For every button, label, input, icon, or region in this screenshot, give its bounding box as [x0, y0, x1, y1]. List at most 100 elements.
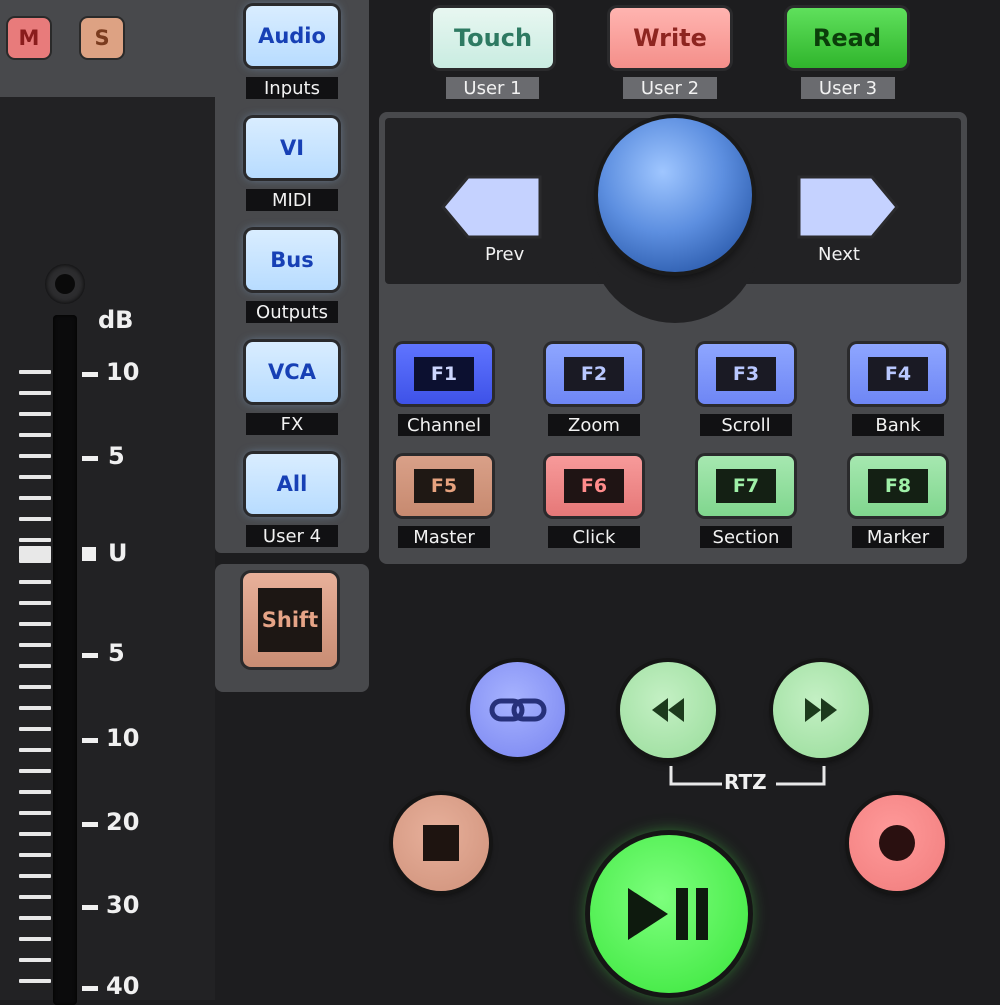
f6-label: F6 [564, 469, 624, 503]
fader-tick [19, 370, 51, 374]
fader-tick [19, 706, 51, 710]
fader-tick [19, 601, 51, 605]
scale-dash [82, 986, 98, 991]
next-button[interactable] [796, 174, 900, 240]
read-button[interactable]: Read [787, 8, 907, 68]
f7-key[interactable]: F7 [698, 456, 794, 516]
f5-tag: Master [398, 526, 490, 548]
f2-label: F2 [564, 357, 624, 391]
fast-forward-button[interactable] [773, 662, 869, 758]
loop-icon [489, 698, 546, 721]
scale-label: 40 [106, 972, 140, 1000]
f4-key[interactable]: F4 [850, 344, 946, 404]
f3-label: F3 [716, 357, 776, 391]
f3-tag: Scroll [700, 414, 792, 436]
all-tag: User 4 [246, 525, 338, 547]
touch-button[interactable]: Touch [433, 8, 553, 68]
fader-tick [19, 790, 51, 794]
scale-label: 5 [108, 639, 125, 667]
unity-marker [82, 547, 96, 561]
fast-forward-icon [805, 698, 837, 722]
loop-button[interactable] [470, 662, 565, 757]
scale-dash [82, 653, 98, 658]
read-tag: User 3 [801, 77, 895, 99]
f7-label: F7 [716, 469, 776, 503]
f3-key[interactable]: F3 [698, 344, 794, 404]
fader-tick [19, 685, 51, 689]
fader-tick [19, 895, 51, 899]
write-tag: User 2 [623, 77, 717, 99]
fader-tick [19, 916, 51, 920]
fader-screw-inner [55, 274, 75, 294]
write-button[interactable]: Write [610, 8, 730, 68]
fader-tick [19, 475, 51, 479]
scale-label: 30 [106, 891, 140, 919]
fader-tick [19, 874, 51, 878]
f2-tag: Zoom [548, 414, 640, 436]
f1-tag: Channel [398, 414, 490, 436]
scale-label: 10 [106, 358, 140, 386]
vca-button[interactable]: VCA [246, 342, 338, 402]
fader-tick [19, 391, 51, 395]
fader-tick [19, 811, 51, 815]
f4-label: F4 [868, 357, 928, 391]
scale-dash [82, 905, 98, 910]
next-label: Next [818, 244, 860, 265]
prev-button[interactable] [440, 174, 544, 240]
f6-tag: Click [548, 526, 640, 548]
fader-tick [19, 538, 51, 542]
fader-tick [19, 433, 51, 437]
scale-dash [82, 738, 98, 743]
fader-tick [19, 412, 51, 416]
fader-tick [19, 580, 51, 584]
scale-label: 5 [108, 442, 125, 470]
fader-tick [19, 979, 51, 983]
mute-button[interactable]: M [8, 18, 50, 58]
scale-label: 10 [106, 724, 140, 752]
vi-button[interactable]: VI [246, 118, 338, 178]
shift-label: Shift [258, 588, 322, 652]
f5-key[interactable]: F5 [396, 456, 492, 516]
scale-dash [82, 372, 98, 377]
fader-tick [19, 937, 51, 941]
f8-tag: Marker [852, 526, 944, 548]
fader-tick [19, 832, 51, 836]
fader-track[interactable] [53, 315, 77, 1005]
prev-label: Prev [485, 244, 525, 265]
rewind-icon [652, 698, 684, 722]
fader-tick [19, 517, 51, 521]
f8-label: F8 [868, 469, 928, 503]
bus-tag: Outputs [246, 301, 338, 323]
fader-tick [19, 454, 51, 458]
vca-tag: FX [246, 413, 338, 435]
f1-key[interactable]: F1 [396, 344, 492, 404]
fader-tick [19, 769, 51, 773]
play-pause-button[interactable] [590, 835, 748, 993]
fader-tick [19, 727, 51, 731]
touch-tag: User 1 [446, 77, 539, 99]
f4-tag: Bank [852, 414, 944, 436]
f8-key[interactable]: F8 [850, 456, 946, 516]
fader-unit: dB [98, 306, 134, 334]
shift-button[interactable]: Shift [243, 573, 337, 667]
navigation-knob[interactable] [598, 118, 752, 272]
bus-button[interactable]: Bus [246, 230, 338, 290]
audio-button[interactable]: Audio [246, 6, 338, 66]
record-button[interactable] [849, 795, 945, 891]
f1-label: F1 [414, 357, 474, 391]
rewind-button[interactable] [620, 662, 716, 758]
f5-label: F5 [414, 469, 474, 503]
all-button[interactable]: All [246, 454, 338, 514]
scale-label: 20 [106, 808, 140, 836]
record-icon [879, 825, 915, 861]
solo-button[interactable]: S [81, 18, 123, 58]
f7-tag: Section [700, 526, 792, 548]
fader-tick [19, 643, 51, 647]
scale-dash [82, 822, 98, 827]
rtz-label: RTZ [724, 770, 767, 794]
stop-button[interactable] [393, 795, 489, 891]
f2-key[interactable]: F2 [546, 344, 642, 404]
f6-key[interactable]: F6 [546, 456, 642, 516]
scale-dash [82, 456, 98, 461]
audio-tag: Inputs [246, 77, 338, 99]
